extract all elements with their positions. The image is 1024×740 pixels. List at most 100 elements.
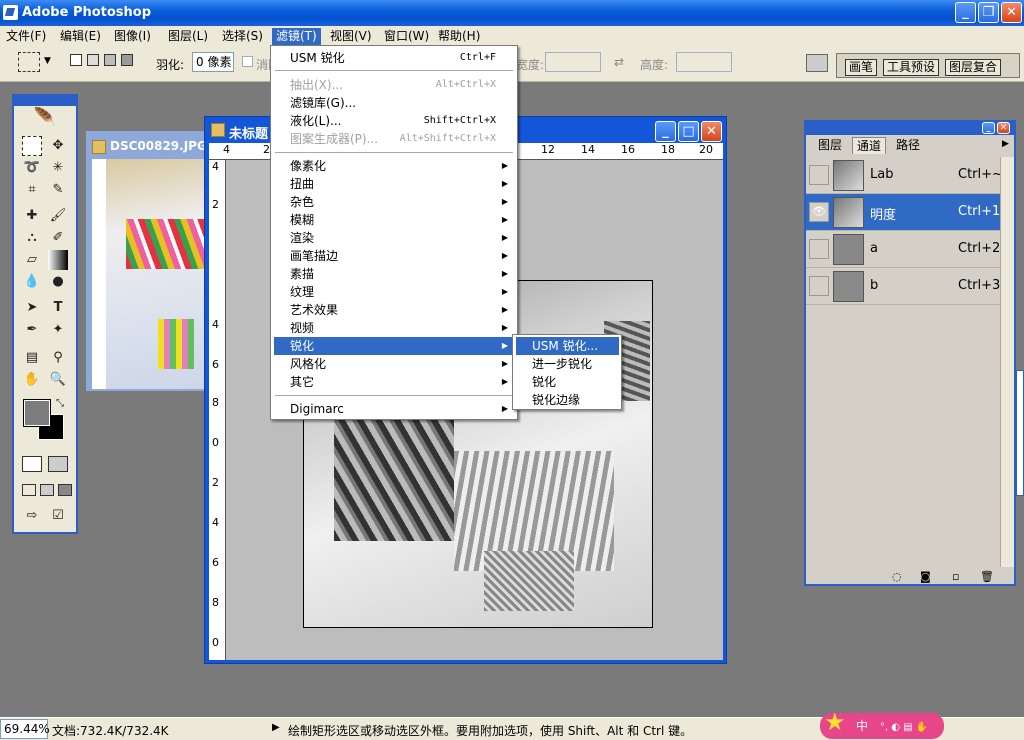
- zoom-tool-icon[interactable]: 🔍: [48, 370, 68, 390]
- document-1-canvas[interactable]: [92, 159, 212, 389]
- doc-minimize-button[interactable]: _: [655, 121, 676, 142]
- channel-row-a[interactable]: a Ctrl+2: [806, 231, 1014, 268]
- feather-logo-icon[interactable]: 🪶: [28, 108, 62, 134]
- menu-item-pixelate[interactable]: 像素化 ▶: [274, 157, 514, 175]
- menu-item-stylize[interactable]: 风格化 ▶: [274, 355, 514, 373]
- channel-row-b[interactable]: b Ctrl+3: [806, 268, 1014, 305]
- tab-brushes[interactable]: 画笔: [845, 59, 878, 76]
- menu-item-noise[interactable]: 杂色 ▶: [274, 193, 514, 211]
- move-tool-icon[interactable]: ✥: [48, 136, 68, 156]
- visibility-toggle[interactable]: [809, 165, 829, 185]
- menu-item-artistic[interactable]: 艺术效果 ▶: [274, 301, 514, 319]
- type-tool-icon[interactable]: T: [48, 298, 68, 318]
- chevron-down-icon[interactable]: ▼: [44, 56, 51, 66]
- subtract-selection-icon[interactable]: [104, 54, 116, 66]
- eraser-tool-icon[interactable]: ▱: [22, 250, 42, 270]
- menu-image[interactable]: 图像(I): [110, 28, 155, 45]
- menu-item-video[interactable]: 视频 ▶: [274, 319, 514, 337]
- menu-item-digimarc[interactable]: Digimarc ▶: [274, 400, 514, 418]
- add-selection-icon[interactable]: [87, 54, 99, 66]
- menu-item-filter-gallery[interactable]: 滤镜库(G)...: [274, 94, 514, 112]
- lasso-tool-icon[interactable]: ➰: [22, 158, 42, 178]
- intersect-selection-icon[interactable]: [121, 54, 133, 66]
- eyedropper-icon[interactable]: ⚲: [48, 348, 68, 368]
- marquee-tool-icon[interactable]: [22, 136, 42, 156]
- menu-item-pattern-maker[interactable]: 图案生成器(P)... Alt+Shift+Ctrl+X: [274, 130, 514, 148]
- screen-mode-menu-icon[interactable]: [40, 484, 54, 496]
- tab-layer-comps[interactable]: 图层复合: [945, 59, 1002, 76]
- ime-mode-label[interactable]: 中: [856, 719, 868, 733]
- menu-edit[interactable]: 编辑(E): [56, 28, 105, 45]
- gradient-tool-icon[interactable]: [48, 250, 68, 270]
- hand-tool-icon[interactable]: ✋: [22, 370, 42, 390]
- doc-size-readout[interactable]: 文档:732.4K/732.4K: [52, 722, 169, 739]
- zoom-input[interactable]: 69.44%: [0, 719, 50, 739]
- foreground-color-swatch[interactable]: [23, 399, 51, 427]
- antialias-checkbox[interactable]: [242, 56, 253, 67]
- path-select-icon[interactable]: ➤: [22, 298, 42, 318]
- menu-layer[interactable]: 图层(L): [164, 28, 212, 45]
- menu-item-other[interactable]: 其它 ▶: [274, 373, 514, 391]
- screen-mode-full-icon[interactable]: [58, 484, 72, 496]
- panel-close-button[interactable]: ✕: [997, 122, 1010, 134]
- standard-mode-icon[interactable]: [22, 456, 42, 472]
- menu-help[interactable]: 帮助(H): [434, 28, 484, 45]
- ime-options-icon[interactable]: °, ◐ ▤ ✋: [880, 722, 928, 733]
- submenu-item-sharpen[interactable]: 锐化: [516, 373, 619, 391]
- file-browser-icon[interactable]: [806, 54, 828, 72]
- healing-brush-icon[interactable]: ✚: [22, 206, 42, 226]
- trash-icon[interactable]: 🗑: [980, 570, 994, 583]
- menu-select[interactable]: 选择(S): [218, 28, 267, 45]
- quickmask-mode-icon[interactable]: [48, 456, 68, 472]
- visibility-toggle[interactable]: [809, 239, 829, 259]
- swap-icon[interactable]: ⇄: [614, 55, 624, 69]
- eye-icon[interactable]: 👁: [809, 202, 829, 222]
- load-selection-icon[interactable]: ◌: [892, 570, 902, 583]
- tab-layers[interactable]: 图层: [814, 137, 846, 154]
- status-arrow-icon[interactable]: ▶: [272, 722, 280, 733]
- menu-file[interactable]: 文件(F): [2, 28, 50, 45]
- doc-maximize-button[interactable]: □: [678, 121, 699, 142]
- notes-tool-icon[interactable]: ▤: [22, 348, 42, 368]
- tab-paths[interactable]: 路径: [892, 137, 924, 154]
- close-button[interactable]: ✕: [1001, 2, 1022, 23]
- doc-close-button[interactable]: ✕: [701, 121, 722, 142]
- minimize-button[interactable]: _: [955, 2, 976, 23]
- menu-item-distort[interactable]: 扭曲 ▶: [274, 175, 514, 193]
- menu-item-sharpen[interactable]: 锐化 ▶: [274, 337, 514, 355]
- submenu-item-sharpen-edges[interactable]: 锐化边缘: [516, 391, 619, 409]
- menu-item-usm-sharpen-last[interactable]: USM 锐化 Ctrl+F: [274, 49, 514, 67]
- menu-item-blur[interactable]: 模糊 ▶: [274, 211, 514, 229]
- restore-button[interactable]: ❐: [978, 2, 999, 23]
- crop-tool-icon[interactable]: ⌗: [22, 180, 42, 200]
- menu-item-brush-strokes[interactable]: 画笔描边 ▶: [274, 247, 514, 265]
- menu-filter[interactable]: 滤镜(T): [272, 28, 321, 45]
- tab-tool-presets[interactable]: 工具预设: [883, 59, 940, 76]
- menu-item-texture[interactable]: 纹理 ▶: [274, 283, 514, 301]
- menu-item-extract[interactable]: 抽出(X)... Alt+Ctrl+X: [274, 76, 514, 94]
- shape-tool-icon[interactable]: ✦: [48, 320, 68, 340]
- tab-channels[interactable]: 通道: [852, 137, 887, 154]
- new-selection-icon[interactable]: [70, 54, 82, 66]
- panel-minimize-button[interactable]: _: [982, 122, 995, 134]
- menu-window[interactable]: 窗口(W): [380, 28, 433, 45]
- marquee-preset-icon[interactable]: [18, 52, 40, 72]
- edit-checkbox-icon[interactable]: ☑: [48, 506, 68, 526]
- ime-toolbar[interactable]: ★ 中 °, ◐ ▤ ✋: [820, 709, 944, 739]
- jump-to-imageready-icon[interactable]: ⇨: [22, 506, 42, 526]
- panel-menu-arrow-icon[interactable]: ▶: [1002, 139, 1009, 149]
- screen-mode-standard-icon[interactable]: [22, 484, 36, 496]
- menu-item-render[interactable]: 渲染 ▶: [274, 229, 514, 247]
- dodge-tool-icon[interactable]: ●: [48, 272, 68, 292]
- slice-tool-icon[interactable]: ✎: [48, 180, 68, 200]
- channel-row-lab[interactable]: Lab Ctrl+~: [806, 157, 1014, 194]
- width-field[interactable]: [545, 52, 601, 72]
- new-channel-icon[interactable]: ▫: [952, 570, 959, 583]
- stamp-tool-icon[interactable]: ⛬: [22, 228, 42, 248]
- submenu-item-sharpen-more[interactable]: 进一步锐化: [516, 355, 619, 373]
- brush-tool-icon[interactable]: 🖌: [48, 206, 68, 226]
- pen-tool-icon[interactable]: ✒: [22, 320, 42, 340]
- feather-input[interactable]: 0 像素: [192, 52, 234, 72]
- height-field[interactable]: [676, 52, 732, 72]
- save-selection-icon[interactable]: ◙: [920, 570, 931, 583]
